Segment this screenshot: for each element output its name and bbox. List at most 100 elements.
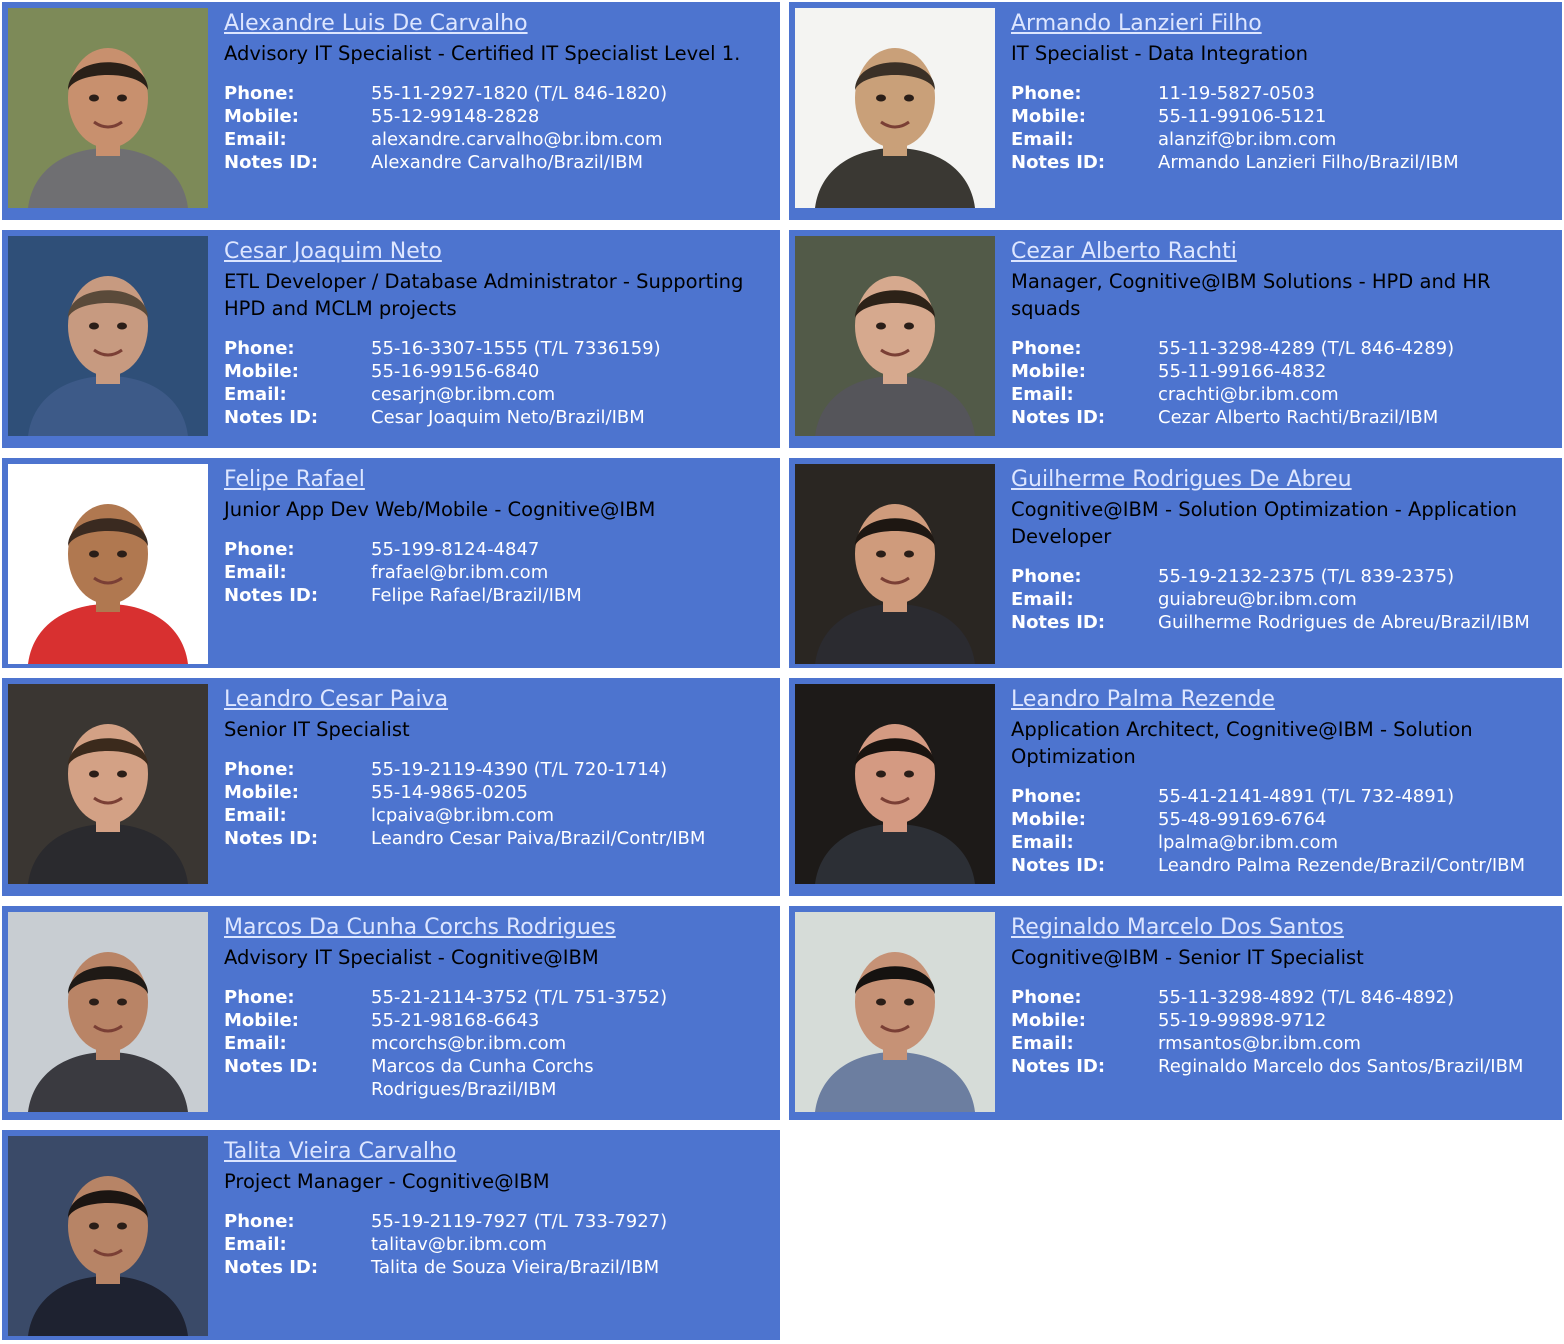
person-photo-icon xyxy=(8,8,208,208)
notes-label: Notes ID: xyxy=(224,1056,319,1077)
phone-value: 55-199-8124-4847 xyxy=(371,539,540,560)
mobile-label: Mobile: xyxy=(224,106,299,127)
contact-row-email: Email: mcorchs@br.ibm.com xyxy=(224,1032,772,1055)
email-label: Email: xyxy=(1011,832,1074,853)
contact-row-mobile: Mobile: 55-19-99898-9712 xyxy=(1011,1009,1554,1032)
profile-photo xyxy=(8,464,208,664)
phone-value: 55-21-2114-3752 (T/L 751-3752) xyxy=(371,987,668,1008)
contact-row-phone: Phone: 55-21-2114-3752 (T/L 751-3752) xyxy=(224,986,772,1009)
person-card: Guilherme Rodrigues De Abreu Cognitive@IB… xyxy=(789,458,1562,668)
phone-label: Phone: xyxy=(224,539,295,560)
notes-label: Notes ID: xyxy=(224,152,319,173)
phone-label: Phone: xyxy=(224,338,295,359)
contact-row-phone: Phone: 55-11-3298-4892 (T/L 846-4892) xyxy=(1011,986,1554,1009)
person-name-link[interactable]: Marcos Da Cunha Corchs Rodrigues xyxy=(224,912,772,944)
person-photo-icon xyxy=(8,1136,208,1336)
notes-label: Notes ID: xyxy=(1011,855,1106,876)
email-value-link[interactable]: frafael@br.ibm.com xyxy=(371,562,548,583)
phone-value: 55-11-3298-4892 (T/L 846-4892) xyxy=(1158,987,1455,1008)
email-label: Email: xyxy=(1011,384,1074,405)
phone-label: Phone: xyxy=(224,759,295,780)
email-label: Email: xyxy=(1011,129,1074,150)
email-label: Email: xyxy=(224,1234,287,1255)
person-info: Felipe Rafael Junior App Dev Web/Mobile -… xyxy=(224,464,772,607)
person-info: Cezar Alberto Rachti Manager, Cognitive@I… xyxy=(1011,236,1554,429)
contact-row-mobile: Mobile: 55-16-99156-6840 xyxy=(224,360,772,383)
email-value-link[interactable]: cesarjn@br.ibm.com xyxy=(371,384,555,405)
person-name-link[interactable]: Cesar Joaquim Neto xyxy=(224,236,772,268)
person-info: Alexandre Luis De Carvalho Advisory IT Sp… xyxy=(224,8,772,174)
email-value-link[interactable]: alexandre.carvalho@br.ibm.com xyxy=(371,129,663,150)
email-value-link[interactable]: rmsantos@br.ibm.com xyxy=(1158,1033,1361,1054)
phone-value: 11-19-5827-0503 xyxy=(1158,83,1315,104)
email-value-link[interactable]: guiabreu@br.ibm.com xyxy=(1158,589,1357,610)
contact-row-email: Email: crachti@br.ibm.com xyxy=(1011,383,1554,406)
person-card: Marcos Da Cunha Corchs Rodrigues Advisory… xyxy=(2,906,780,1120)
mobile-value: 55-21-98168-6643 xyxy=(371,1010,540,1031)
profile-photo xyxy=(8,912,208,1112)
contact-row-email: Email: cesarjn@br.ibm.com xyxy=(224,383,772,406)
phone-value: 55-16-3307-1555 (T/L 7336159) xyxy=(371,338,661,359)
notes-id-value: Guilherme Rodrigues de Abreu/Brazil/IBM xyxy=(1158,612,1530,633)
person-name-link[interactable]: Felipe Rafael xyxy=(224,464,772,496)
notes-id-value: Marcos da Cunha Corchs Rodrigues/Brazil/… xyxy=(371,1056,594,1100)
contact-row-email: Email: talitav@br.ibm.com xyxy=(224,1233,772,1256)
person-name-link[interactable]: Leandro Cesar Paiva xyxy=(224,684,772,716)
profile-photo xyxy=(795,912,995,1112)
person-name-link[interactable]: Armando Lanzieri Filho xyxy=(1011,8,1554,40)
mobile-value: 55-11-99166-4832 xyxy=(1158,361,1327,382)
job-title: Application Architect, Cognitive@IBM - S… xyxy=(1011,718,1473,768)
contact-row-email: Email: lcpaiva@br.ibm.com xyxy=(224,804,772,827)
profile-photo xyxy=(795,8,995,208)
phone-label: Phone: xyxy=(224,987,295,1008)
contact-row-notes_id: Notes ID: Talita de Souza Vieira/Brazil/I… xyxy=(224,1256,772,1279)
notes-id-value: Leandro Cesar Paiva/Brazil/Contr/IBM xyxy=(371,828,706,849)
person-name-link[interactable]: Talita Vieira Carvalho xyxy=(224,1136,772,1168)
email-value: alexandre.carvalho@br.ibm.com xyxy=(371,128,772,151)
person-name-link[interactable]: Cezar Alberto Rachti xyxy=(1011,236,1554,268)
contact-row-phone: Phone: 55-199-8124-4847 xyxy=(224,538,772,561)
person-name-link[interactable]: Reginaldo Marcelo Dos Santos xyxy=(1011,912,1554,944)
person-photo-icon xyxy=(8,464,208,664)
person-photo-icon xyxy=(795,684,995,884)
person-card: Armando Lanzieri Filho IT Specialist - Da… xyxy=(789,2,1562,220)
contact-row-email: Email: lpalma@br.ibm.com xyxy=(1011,831,1554,854)
email-value: frafael@br.ibm.com xyxy=(371,561,772,584)
profile-photo xyxy=(795,464,995,664)
job-title: Senior IT Specialist xyxy=(224,718,410,741)
mobile-label: Mobile: xyxy=(1011,1010,1086,1031)
person-name-link[interactable]: Leandro Palma Rezende xyxy=(1011,684,1554,716)
email-value-link[interactable]: talitav@br.ibm.com xyxy=(371,1234,547,1255)
notes-label: Notes ID: xyxy=(1011,1056,1106,1077)
person-name-link[interactable]: Alexandre Luis De Carvalho xyxy=(224,8,772,40)
notes-label: Notes ID: xyxy=(1011,612,1106,633)
email-value-link[interactable]: alanzif@br.ibm.com xyxy=(1158,129,1336,150)
notes-id-value: Leandro Palma Rezende/Brazil/Contr/IBM xyxy=(1158,855,1526,876)
email-value-link[interactable]: lpalma@br.ibm.com xyxy=(1158,832,1338,853)
email-value-link[interactable]: crachti@br.ibm.com xyxy=(1158,384,1339,405)
mobile-value: 55-14-9865-0205 xyxy=(371,782,528,803)
email-value-link[interactable]: mcorchs@br.ibm.com xyxy=(371,1033,566,1054)
phone-label: Phone: xyxy=(1011,786,1082,807)
job-title: IT Specialist - Data Integration xyxy=(1011,42,1308,65)
notes-id-value: Alexandre Carvalho/Brazil/IBM xyxy=(371,152,644,173)
person-photo-icon xyxy=(795,464,995,664)
email-label: Email: xyxy=(1011,589,1074,610)
contact-row-mobile: Mobile: 55-48-99169-6764 xyxy=(1011,808,1554,831)
profile-photo xyxy=(8,684,208,884)
mobile-value: 55-48-99169-6764 xyxy=(1158,809,1327,830)
person-name-link[interactable]: Guilherme Rodrigues De Abreu xyxy=(1011,464,1554,496)
job-title: Advisory IT Specialist - Cognitive@IBM xyxy=(224,946,599,969)
mobile-label: Mobile: xyxy=(224,1010,299,1031)
email-value-link[interactable]: lcpaiva@br.ibm.com xyxy=(371,805,554,826)
phone-value: 55-41-2141-4891 (T/L 732-4891) xyxy=(1158,786,1455,807)
contact-row-notes_id: Notes ID: Cesar Joaquim Neto/Brazil/IBM xyxy=(224,406,772,429)
job-title: Junior App Dev Web/Mobile - Cognitive@IB… xyxy=(224,498,656,521)
mobile-label: Mobile: xyxy=(1011,361,1086,382)
contact-row-mobile: Mobile: 55-11-99106-5121 xyxy=(1011,105,1554,128)
phone-value: 55-19-2119-4390 (T/L 720-1714) xyxy=(371,759,668,780)
phone-value: 55-11-2927-1820 (T/L 846-1820) xyxy=(371,83,668,104)
email-value: crachti@br.ibm.com xyxy=(1158,383,1554,406)
contact-row-notes_id: Notes ID: Felipe Rafael/Brazil/IBM xyxy=(224,584,772,607)
phone-label: Phone: xyxy=(1011,83,1082,104)
